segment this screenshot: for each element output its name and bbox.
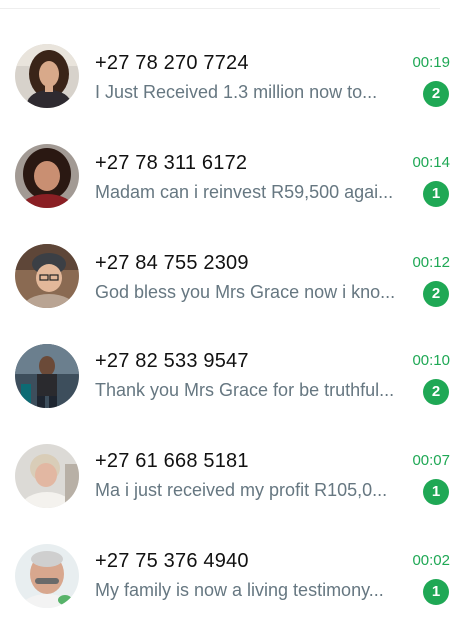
chat-timestamp: 00:02 — [412, 552, 450, 569]
message-preview: Thank you Mrs Grace for be truthful... — [95, 380, 395, 400]
contact-photo-icon[interactable] — [15, 44, 79, 108]
contact-name: +27 82 533 9547 — [95, 350, 249, 372]
chat-row[interactable]: +27 78 270 7724 00:19 I Just Received 1.… — [0, 30, 471, 126]
chat-timestamp: 00:12 — [412, 254, 450, 271]
chat-timestamp: 00:19 — [412, 54, 450, 71]
unread-count-badge: 1 — [423, 579, 449, 605]
message-preview: I Just Received 1.3 million now to... — [95, 82, 378, 102]
unread-count-badge: 2 — [423, 281, 449, 307]
avatar-image — [15, 544, 79, 608]
contact-name: +27 78 311 6172 — [95, 152, 248, 174]
chat-row[interactable]: +27 78 311 6172 00:14 Madam can i reinve… — [0, 130, 471, 226]
avatar-image — [15, 44, 79, 108]
chat-row[interactable]: +27 75 376 4940 00:02 My family is now a… — [0, 530, 471, 626]
contact-name: +27 75 376 4940 — [95, 550, 249, 572]
contact-photo-icon[interactable] — [15, 244, 79, 308]
contact-name: +27 78 270 7724 — [95, 52, 249, 74]
message-preview: Ma i just received my profit R105,0... — [95, 480, 388, 500]
message-preview: God bless you Mrs Grace now i kno... — [95, 282, 396, 302]
contact-photo-icon[interactable] — [15, 444, 79, 508]
contact-name: +27 84 755 2309 — [95, 252, 249, 274]
unread-count-badge: 2 — [423, 379, 449, 405]
chat-row[interactable]: +27 61 668 5181 00:07 Ma i just received… — [0, 430, 471, 526]
chat-timestamp: 00:14 — [412, 154, 450, 171]
contact-photo-icon[interactable] — [15, 344, 79, 408]
avatar-image — [15, 144, 79, 208]
chat-timestamp: 00:07 — [412, 452, 450, 469]
avatar-image — [15, 344, 79, 408]
contact-photo-icon[interactable] — [15, 144, 79, 208]
message-preview: My family is now a living testimony... — [95, 580, 384, 600]
contact-photo-icon[interactable] — [15, 544, 79, 608]
chat-list: +27 78 270 7724 00:19 I Just Received 1.… — [0, 0, 471, 640]
avatar-image — [15, 244, 79, 308]
chat-row[interactable]: +27 82 533 9547 00:10 Thank you Mrs Grac… — [0, 330, 471, 426]
message-preview: Madam can i reinvest R59,500 agai... — [95, 182, 394, 202]
chat-row[interactable]: +27 84 755 2309 00:12 God bless you Mrs … — [0, 230, 471, 326]
avatar-image — [15, 444, 79, 508]
chat-timestamp: 00:10 — [412, 352, 450, 369]
unread-count-badge: 1 — [423, 181, 449, 207]
unread-count-badge: 2 — [423, 81, 449, 107]
unread-count-badge: 1 — [423, 479, 449, 505]
contact-name: +27 61 668 5181 — [95, 450, 249, 472]
